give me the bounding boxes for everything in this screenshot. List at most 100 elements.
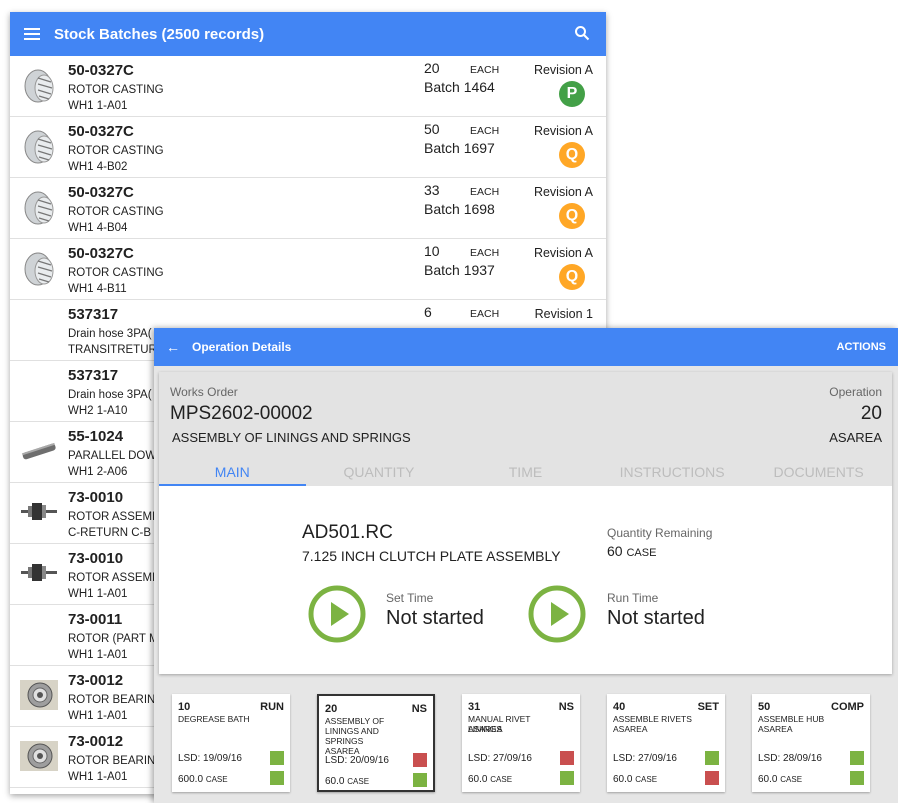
step-quantity-value: 600.0 [178,774,204,785]
step-status: RUN [260,701,284,713]
rotor-casting-image [18,186,60,228]
actions-button[interactable]: ACTIONS [837,341,887,353]
tab-instructions[interactable]: INSTRUCTIONS [599,460,746,486]
menu-icon[interactable] [24,28,40,40]
stock-location: WH2 1-A10 [68,405,128,417]
part-description: ROTOR CASTING [68,267,164,279]
tab-quantity[interactable]: QUANTITY [306,460,453,486]
tab-documents[interactable]: DOCUMENTS [745,460,892,486]
part-description: ROTOR CASTING [68,84,164,96]
quantity-remaining-unit: CASE [626,547,657,559]
start-run-time-button[interactable] [527,584,587,644]
stock-batch-row[interactable]: 50-0327C ROTOR CASTING WH1 1-A01 20 EACH Batc… [10,56,606,117]
step-status-indicator [270,751,284,765]
step-quantity: 60.0 CASE [468,774,512,785]
step-description: ASSEMBLE HUB [758,714,825,724]
quantity-remaining-value: 60 CASE [607,543,656,559]
dowel-pin-image [18,430,60,472]
stock-quantity: 10 [424,243,440,259]
operation-label: Operation [829,385,882,399]
stock-location: WH1 1-A01 [68,771,128,783]
start-set-time-button[interactable] [307,584,367,644]
step-number: 40 [613,701,626,713]
back-arrow-icon[interactable]: ← [166,339,180,355]
step-status-indicator [560,751,574,765]
operation-step-card[interactable]: 40 SET ASSEMBLE RIVETS ASAREA LSD: 27/09/16 6… [607,694,725,792]
stock-unit: EACH [470,247,500,259]
tab-main[interactable]: MAIN [159,460,306,486]
stock-unit: EACH [470,308,500,320]
part-description: ROTOR ASSEME [68,511,160,523]
stock-quantity: 50 [424,121,440,137]
stock-title: Stock Batches (2500 records) [54,25,265,43]
operation-step-card[interactable]: 50 COMP ASSEMBLE HUB ASAREA LSD: 28/09/16 60.… [752,694,870,792]
part-code: AD501.RC [302,522,393,543]
part-code: 50-0327C [68,123,134,140]
status-badge: Q [559,264,585,290]
step-number: 50 [758,701,771,713]
step-description: DEGREASE BATH [178,714,250,724]
step-description: ASSEMBLE RIVETS [613,714,692,724]
stock-quantity: 20 [424,60,440,76]
step-area: ASAREA [758,724,793,734]
bearing-image [18,674,60,716]
operation-title: Operation Details [192,340,292,354]
step-number: 10 [178,701,191,713]
step-status-indicator [705,771,719,785]
part-code: 73-0011 [68,611,123,628]
step-quantity-unit: CASE [347,777,370,786]
part-code: 50-0327C [68,245,134,262]
step-status: COMP [831,701,864,713]
works-order-label: Works Order [170,385,238,399]
step-status: NS [411,703,427,715]
rotor-casting-image [18,125,60,167]
part-description: ROTOR (PART M [68,633,159,645]
step-number: 31 [468,701,481,713]
quantity-remaining-label: Quantity Remaining [607,526,713,540]
revision: Revision A [533,63,593,77]
stock-app-bar: Stock Batches (2500 records) [10,12,606,56]
step-lsd: LSD: 27/09/16 [613,753,677,764]
step-number: 20 [325,703,338,715]
step-area: ASAREA [468,724,503,734]
tab-time[interactable]: TIME [452,460,599,486]
step-status: SET [697,701,719,713]
part-code: 73-0012 [68,733,124,750]
search-icon[interactable] [574,25,592,43]
operation-step-card[interactable]: 10 RUN DEGREASE BATH LSD: 19/09/16 600.0 CAS… [172,694,290,792]
step-quantity-value: 60.0 [613,774,633,785]
step-quantity-value: 60.0 [758,774,778,785]
stock-unit: EACH [470,186,500,198]
step-status-indicator [850,771,864,785]
step-quantity-value: 60.0 [325,776,345,787]
part-code: 55-1024 [68,428,124,445]
stock-location: WH1 1-A01 [68,710,128,722]
part-description: ROTOR CASTING [68,145,164,157]
rotor-assembly-image [18,491,60,533]
rotor-casting-image [18,247,60,289]
stock-batch-row[interactable]: 50-0327C ROTOR CASTING WH1 4-B04 33 EACH Batc… [10,178,606,239]
stock-batch-row[interactable]: 50-0327C ROTOR CASTING WH1 4-B11 10 EACH Batc… [10,239,606,300]
revision: Revision 1 [534,307,593,321]
stock-location: WH1 4-B11 [68,283,127,295]
part-description: ROTOR BEARIN( [68,755,160,767]
status-badge: P [559,81,585,107]
status-badge: Q [559,142,585,168]
play-icon [528,585,586,643]
operation-step-card[interactable]: 31 NS MANUAL RIVET LININGS ASAREA LSD: 27/09… [462,694,580,792]
step-lsd: LSD: 27/09/16 [468,753,532,764]
step-status-indicator [270,771,284,785]
operation-step-card[interactable]: 20 NS ASSEMBLY OF LININGS AND SPRINGS ASARE… [317,694,435,792]
part-code: 50-0327C [68,62,134,79]
bearing-image [18,735,60,777]
part-description: ROTOR CASTING [68,206,164,218]
operation-details-window: ← Operation Details ACTIONS Works Order … [154,328,898,803]
quantity-remaining-number: 60 [607,543,623,559]
stock-location: WH1 1-A01 [68,100,128,112]
stock-batch-row[interactable]: 50-0327C ROTOR CASTING WH1 4-B02 50 EACH Batc… [10,117,606,178]
stock-location: C-RETURN C-B [68,527,152,539]
part-description: Drain hose 3PA( [68,389,152,401]
step-status-indicator [413,773,427,787]
step-lsd: LSD: 28/09/16 [758,753,822,764]
stock-unit: EACH [470,64,500,76]
